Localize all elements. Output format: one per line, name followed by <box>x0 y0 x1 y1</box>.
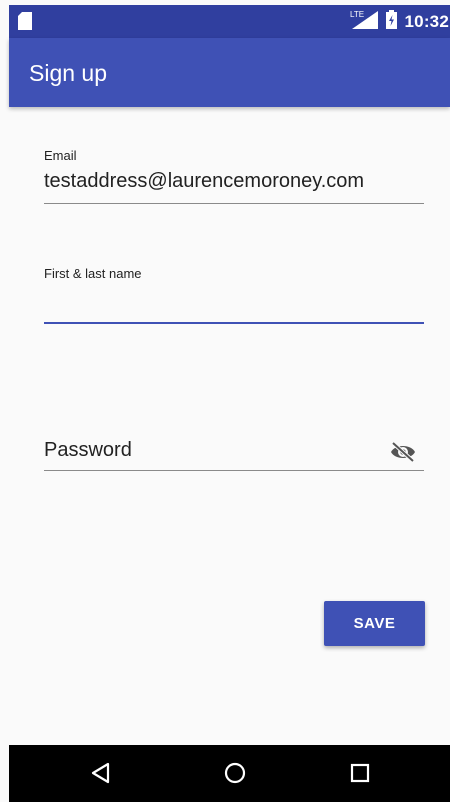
email-field[interactable]: Email testaddress@laurencemoroney.com <box>44 148 424 206</box>
name-field[interactable]: First & last name <box>44 266 424 328</box>
name-label: First & last name <box>44 266 142 281</box>
status-indicators: LTE 10:32 <box>350 5 450 38</box>
visibility-off-icon[interactable] <box>390 441 416 468</box>
home-icon[interactable] <box>220 758 250 788</box>
network-type-label: LTE <box>350 10 364 19</box>
email-value[interactable]: testaddress@laurencemoroney.com <box>44 170 364 193</box>
status-bar: LTE 10:32 <box>9 5 450 38</box>
lte-signal-icon: LTE <box>350 9 380 34</box>
clock: 10:32 <box>404 11 449 31</box>
battery-icon <box>385 9 397 34</box>
email-label: Email <box>44 148 77 163</box>
back-icon[interactable] <box>86 758 116 788</box>
navigation-bar <box>9 745 450 802</box>
save-button[interactable]: SAVE <box>324 601 425 646</box>
email-underline <box>44 203 424 204</box>
password-underline <box>44 470 424 471</box>
app-bar: Sign up <box>9 38 450 107</box>
sd-card-icon <box>18 12 32 35</box>
page-title: Sign up <box>29 60 108 86</box>
recents-icon[interactable] <box>345 758 375 788</box>
password-placeholder: Password <box>44 439 132 461</box>
name-underline <box>44 322 424 324</box>
password-field[interactable]: Password <box>44 439 424 473</box>
